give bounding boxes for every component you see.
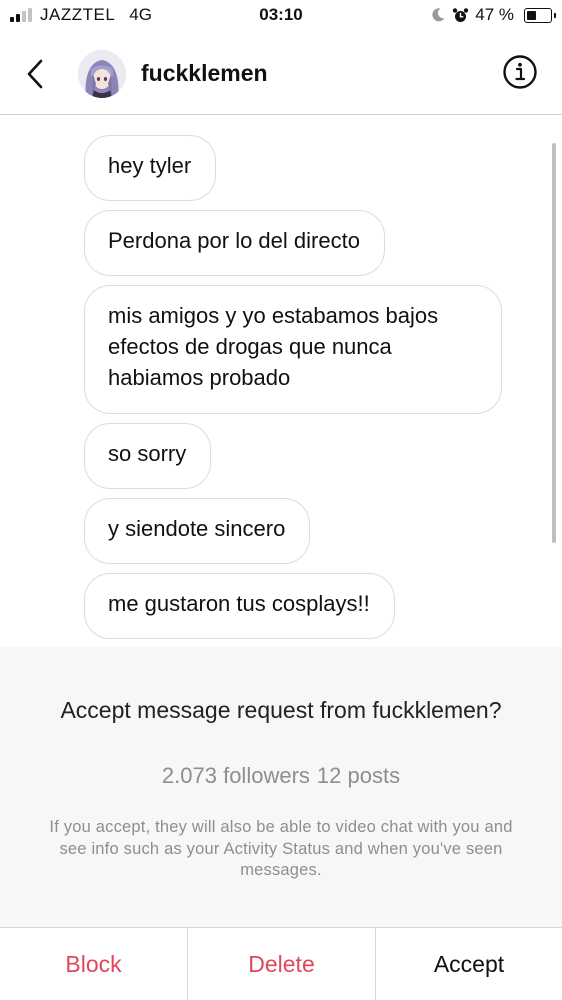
status-bar: JAZZTEL 4G 03:10 47 % xyxy=(0,0,562,32)
message-bubble[interactable]: so sorry xyxy=(84,423,212,489)
posts-count: 12 posts xyxy=(316,763,401,788)
delete-button[interactable]: Delete xyxy=(188,928,376,1000)
dm-request-screen: JAZZTEL 4G 03:10 47 % fuckklemen hey tyl… xyxy=(0,0,562,1000)
battery-percent: 47 % xyxy=(475,5,514,24)
battery-fill xyxy=(527,10,536,20)
message-bubble[interactable]: mis amigos y yo estabamos bajos efectos … xyxy=(84,285,502,414)
request-note: If you accept, they will also be able to… xyxy=(49,818,513,879)
chat-header: fuckklemen xyxy=(0,40,562,115)
message-bubble[interactable]: hey tyler xyxy=(84,135,217,201)
status-right: 47 % xyxy=(430,5,556,25)
message-list[interactable]: hey tyler Perdona por lo del directo mis… xyxy=(0,115,562,647)
block-button[interactable]: Block xyxy=(0,928,188,1000)
message-bubble[interactable]: y siendote sincero xyxy=(84,498,311,564)
back-button[interactable] xyxy=(22,57,52,91)
avatar[interactable] xyxy=(78,50,126,98)
followers-count: 2.073 followers xyxy=(161,763,310,788)
message-request-panel: Accept message request from fuckklemen? … xyxy=(0,647,562,927)
avatar-image xyxy=(78,50,126,98)
scrollbar[interactable] xyxy=(552,143,556,543)
message-bubble[interactable]: me gustaron tus cosplays!! xyxy=(84,573,395,639)
chat-username[interactable]: fuckklemen xyxy=(141,60,268,87)
request-title: Accept message request from fuckklemen? xyxy=(60,697,502,723)
info-icon xyxy=(503,55,537,89)
battery-icon xyxy=(524,7,556,23)
request-actions: Block Delete Accept xyxy=(0,927,562,1000)
message-bubble[interactable]: Perdona por lo del directo xyxy=(84,210,385,276)
alarm-icon xyxy=(453,7,469,22)
info-button[interactable] xyxy=(502,54,538,90)
accept-button[interactable]: Accept xyxy=(376,928,562,1000)
moon-icon xyxy=(432,8,445,22)
chevron-left-icon xyxy=(27,59,43,89)
request-stats: 2.073 followers 12 posts xyxy=(0,763,562,789)
